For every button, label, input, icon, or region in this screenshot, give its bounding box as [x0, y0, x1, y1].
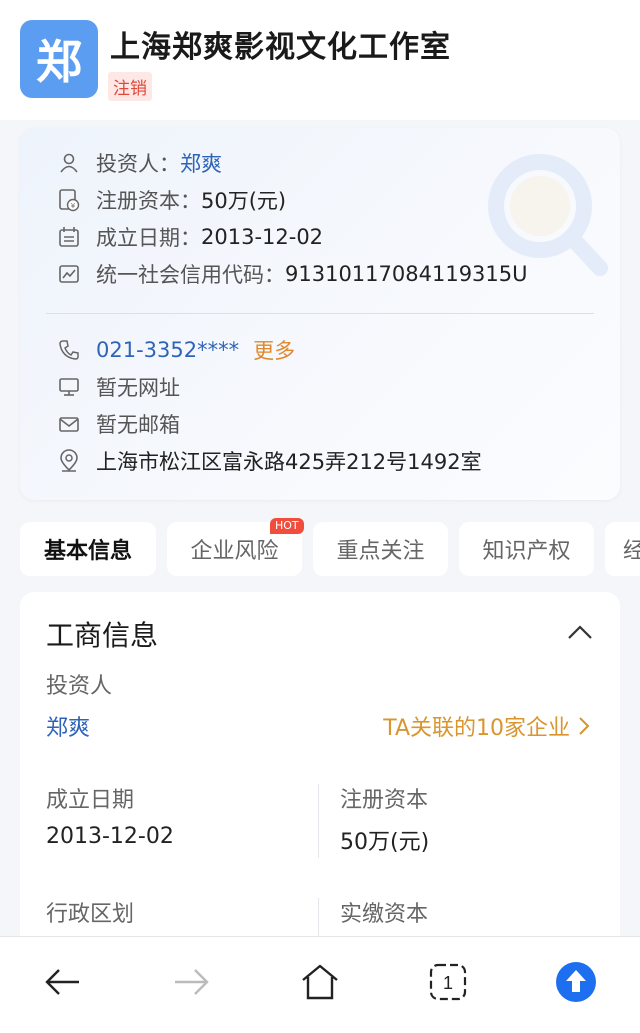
capital-field-label: 注册资本 — [340, 788, 429, 813]
tab-key-focus[interactable]: 重点关注 — [313, 522, 448, 576]
company-header: 郑 上海郑爽影视文化工作室 注销 — [0, 0, 640, 120]
arrow-right-icon — [175, 969, 209, 995]
phone-number-link[interactable]: 021-3352**** — [96, 338, 239, 362]
region-field-label: 行政区划 — [46, 902, 135, 927]
founded-row: 成立日期： 2013-12-02 — [56, 222, 323, 252]
company-name: 上海郑爽影视文化工作室 — [110, 30, 451, 65]
phone-row: 021-3352**** 更多 — [56, 335, 295, 365]
email-row: 暂无邮箱 — [56, 409, 180, 439]
capital-field-value: 50万(元) — [340, 830, 430, 855]
company-logo: 郑 — [20, 20, 98, 98]
status-badge: 注销 — [108, 72, 152, 101]
credit-code-row: 统一社会信用代码： 91310117084119315U — [56, 259, 528, 289]
home-icon — [302, 964, 338, 1000]
browser-bottom-bar: 1 — [0, 936, 640, 1033]
credit-code-label: 统一社会信用代码： — [96, 263, 285, 287]
chevron-right-icon — [579, 717, 590, 735]
tabs-count: 1 — [443, 973, 453, 993]
chevron-up-icon[interactable] — [566, 622, 594, 642]
email-value: 暂无邮箱 — [96, 413, 180, 437]
arrow-up-circle-icon — [556, 962, 596, 1002]
svg-text:¥: ¥ — [71, 202, 76, 210]
money-document-icon: ¥ — [56, 187, 82, 213]
related-companies-link[interactable]: TA关联的10家企业 — [383, 710, 590, 742]
column-divider — [318, 784, 319, 858]
investor-link[interactable]: 郑爽 — [180, 148, 222, 178]
tabs-count-icon: 1 — [429, 963, 467, 1001]
investor-field-value[interactable]: 郑爽 — [46, 710, 90, 742]
location-pin-icon — [56, 448, 82, 474]
home-button[interactable] — [295, 957, 345, 1007]
founded-value: 2013-12-02 — [201, 225, 324, 249]
divider — [46, 313, 594, 314]
forward-button[interactable] — [166, 957, 216, 1007]
phone-more-link[interactable]: 更多 — [253, 335, 295, 365]
address-row: 上海市松江区富永路425弄212号1492室 — [56, 446, 482, 476]
monitor-icon — [56, 374, 82, 400]
person-icon — [56, 150, 82, 176]
website-value: 暂无网址 — [96, 376, 180, 400]
investor-row: 投资人： 郑爽 — [56, 148, 222, 178]
investor-field-label: 投资人 — [46, 674, 113, 699]
mail-icon — [56, 411, 82, 437]
paid-capital-field-label: 实缴资本 — [340, 902, 429, 927]
chart-icon — [56, 261, 82, 287]
founded-field-label: 成立日期 — [46, 788, 135, 813]
tab-intellectual-property[interactable]: 知识产权 — [459, 522, 594, 576]
column-divider — [318, 898, 319, 938]
address-value[interactable]: 上海市松江区富永路425弄212号1492室 — [96, 446, 482, 476]
scroll-up-button[interactable] — [551, 957, 601, 1007]
tab-bar: 基本信息 企业风险 HOT 重点关注 知识产权 经 — [0, 518, 640, 578]
tabs-button[interactable]: 1 — [423, 957, 473, 1007]
investor-label: 投资人： — [96, 152, 180, 176]
arrow-left-icon — [45, 969, 79, 995]
calendar-icon — [56, 224, 82, 250]
company-info-card: 投资人： 郑爽 ¥ 注册资本： 50万(元) 成立日期： 2013-12-02 … — [20, 128, 620, 500]
capital-row: ¥ 注册资本： 50万(元) — [56, 185, 286, 215]
website-row: 暂无网址 — [56, 372, 180, 402]
business-info-card: 工商信息 投资人 郑爽 TA关联的10家企业 成立日期 2013-12-02 注… — [20, 592, 620, 952]
founded-label: 成立日期： — [96, 226, 201, 250]
tab-basic-info[interactable]: 基本信息 — [20, 522, 156, 576]
hot-badge: HOT — [270, 518, 304, 534]
back-button[interactable] — [38, 957, 88, 1007]
founded-field-value: 2013-12-02 — [46, 824, 174, 849]
credit-code-value: 91310117084119315U — [285, 262, 528, 286]
related-companies-label: TA关联的10家企业 — [383, 716, 570, 741]
capital-value: 50万(元) — [201, 189, 287, 213]
section-title: 工商信息 — [46, 619, 159, 652]
tab-partial[interactable]: 经 — [605, 522, 640, 576]
capital-label: 注册资本： — [96, 189, 201, 213]
phone-icon — [56, 337, 82, 363]
